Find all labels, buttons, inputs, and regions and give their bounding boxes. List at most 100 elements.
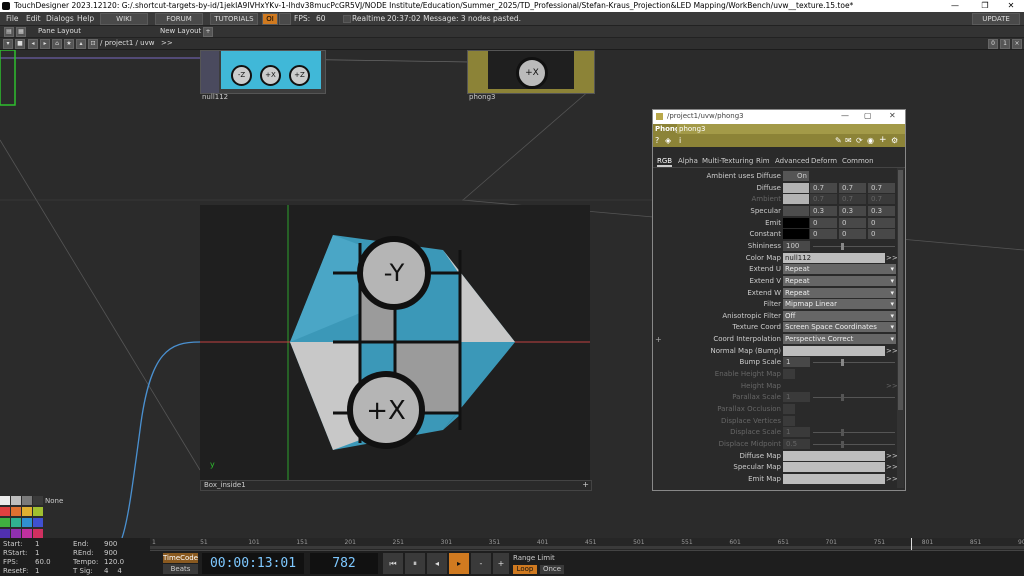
param-maximize-button[interactable]: ▢ [864,111,872,120]
param-value[interactable]: 0 [810,217,837,228]
param-value[interactable]: 1 [783,357,810,368]
palette-swatch[interactable] [22,496,32,505]
back-icon[interactable]: ◂ [28,39,38,49]
tab-common[interactable]: Common [842,157,874,165]
settings-icon[interactable]: ⚙ [891,136,898,145]
param-value[interactable]: 100 [783,240,810,251]
menu-dialogs[interactable]: Dialogs [46,14,74,23]
param-menu[interactable]: Repeat [783,264,896,275]
param-value[interactable]: 0 [868,229,895,240]
forward-icon[interactable]: ▸ [40,39,50,49]
slider-handle[interactable] [841,394,844,402]
param-value[interactable]: 0.7 [868,194,895,205]
param-value[interactable]: 0.7 [810,194,837,205]
palette-swatch[interactable] [0,518,10,527]
palette-swatch[interactable] [0,507,10,516]
slider-track[interactable] [813,245,895,247]
palette-swatch[interactable] [11,518,21,527]
param-link-arrow[interactable]: >> [886,475,898,483]
param-toggle[interactable]: On [783,171,809,181]
home-icon[interactable]: ⌂ [52,39,62,49]
param-minimize-button[interactable]: — [841,111,849,120]
param-field[interactable] [783,473,885,484]
resetf-value[interactable]: 1 [35,567,39,575]
new-layout-button[interactable]: New Layout [160,27,201,35]
geometry-viewer[interactable]: -Y +X y [200,205,590,480]
parent-icon[interactable]: ▴ [76,39,86,49]
tab-rgb[interactable]: RGB [657,157,673,167]
param-value[interactable]: 0.7 [839,194,866,205]
param-link-arrow[interactable]: >> [886,382,898,390]
param-field[interactable] [783,345,885,356]
perform-toggle[interactable] [279,13,291,25]
viewer-expand-icon[interactable]: + [582,480,589,489]
palette-swatch[interactable] [33,496,43,505]
slider-track[interactable] [813,397,895,399]
rend-value[interactable]: 900 [104,549,117,557]
palette-swatch[interactable] [11,507,21,516]
play-reverse-button[interactable]: ◂ [427,553,447,574]
step-back-button[interactable]: - [471,553,491,574]
frame-display[interactable]: 782 [310,553,378,574]
tsig-value[interactable]: 4 4 [104,567,122,575]
param-value[interactable]: 0.5 [783,438,810,449]
palette-swatch[interactable] [11,496,21,505]
close-button[interactable]: ✕ [996,0,1024,12]
play-button[interactable]: ▸ [449,553,469,574]
lock-icon[interactable]: ⊡ [88,39,98,49]
param-checkbox[interactable] [783,404,795,414]
realtime-checkbox[interactable] [343,15,351,23]
pane-split-icon[interactable]: ▤ [4,27,14,37]
param-value[interactable]: 0.7 [839,182,866,193]
oi-button[interactable]: OI [262,13,278,25]
start-value[interactable]: 1 [35,540,39,548]
param-value[interactable]: 0.3 [810,205,837,216]
python-help-icon[interactable]: ◈ [665,136,671,145]
slider-handle[interactable] [841,429,844,437]
param-menu[interactable]: Mipmap Linear [783,299,896,310]
end-value[interactable]: 900 [104,540,117,548]
param-link-arrow[interactable]: >> [886,463,898,471]
param-value[interactable]: 1 [783,427,810,438]
comment-icon[interactable]: ✉ [845,136,852,145]
update-button[interactable]: UPDATE [972,13,1020,25]
palette-swatch[interactable] [33,507,43,516]
param-value[interactable]: 1 [783,392,810,403]
param-menu[interactable]: Screen Space Coordinates [783,322,896,333]
pane-layout-button[interactable]: Pane Layout [38,27,81,35]
param-op-name[interactable]: phong3 [677,124,905,134]
pane-type-icon[interactable]: ■ [15,39,25,49]
help-icon[interactable]: ? [655,136,659,145]
param-close-button[interactable]: ✕ [889,111,896,120]
tab-rim[interactable]: Rim [756,157,770,165]
tab-advanced[interactable]: Advanced [775,157,810,165]
wiki-button[interactable]: WIKI [100,13,148,25]
slider-handle[interactable] [841,242,844,250]
tempo-value[interactable]: 120.0 [104,558,124,566]
menu-edit[interactable]: Edit [26,14,41,23]
param-link-arrow[interactable]: >> [886,347,898,355]
palette-swatch[interactable] [22,518,32,527]
phong-node[interactable]: +X [467,50,595,94]
param-menu[interactable]: Off [783,310,896,321]
color-swatch[interactable] [783,182,809,193]
tutorials-button[interactable]: TUTORIALS [210,13,258,25]
info-icon[interactable]: i [679,136,681,145]
param-field[interactable] [783,450,885,461]
timecode-display[interactable]: 00:00:13:01 [202,553,304,574]
rstart-value[interactable]: 1 [35,549,39,557]
add-custom-param-icon[interactable]: + [879,135,887,145]
fps-value[interactable]: 60.0 [35,558,51,566]
param-value[interactable]: 0.7 [810,182,837,193]
palette-swatch[interactable] [11,529,21,538]
param-value[interactable]: 0 [839,217,866,228]
slider-handle[interactable] [841,359,844,367]
edit-icon[interactable]: ✎ [835,136,842,145]
tab-alpha[interactable]: Alpha [678,157,698,165]
path-more-button[interactable]: >> [161,39,173,47]
tab-deform[interactable]: Deform [811,157,837,165]
network-path[interactable]: / project1 / uvw [100,39,154,47]
param-value[interactable]: 0 [839,229,866,240]
param-menu[interactable]: Perspective Correct [783,334,896,345]
palette-swatch[interactable] [33,518,43,527]
